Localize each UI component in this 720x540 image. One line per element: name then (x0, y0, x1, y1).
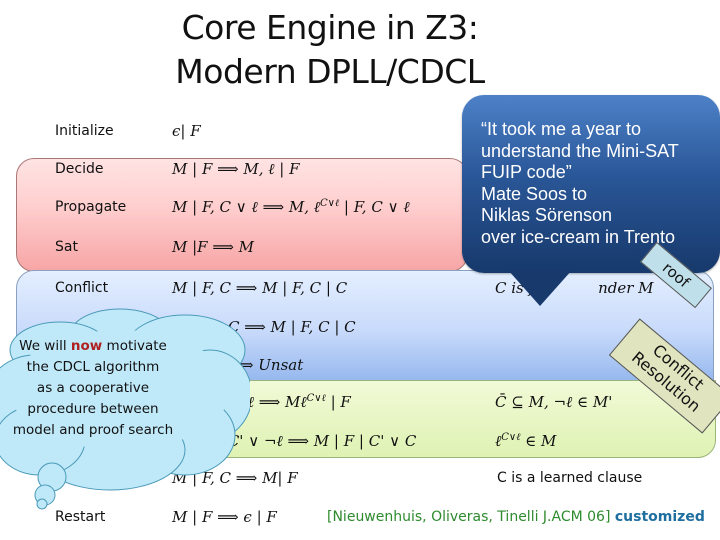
side-condition-resolve: ℓC∨ℓ ∈ M (495, 432, 556, 451)
rule-formula-decide: M | F ⟹ M, ℓ | F (172, 160, 300, 178)
quote-line: Mate Soos to (481, 183, 588, 204)
side-condition-backjump: C̄ ⊆ M, ¬ℓ ∈ M' (495, 393, 613, 411)
quote-callout-pointer (508, 270, 572, 306)
rule-name-propagate: Propagate (55, 199, 127, 215)
rule-name-decide: Decide (55, 161, 104, 177)
quote-line: “It took me a year to (481, 119, 642, 139)
cloud-line: We will now motivate (0, 336, 186, 357)
rule-name-initialize: Initialize (55, 123, 114, 139)
side-superscript: C∨ℓ (501, 432, 521, 443)
rule-formula-propagate: M | F, C ∨ ℓ ⟹ M, ℓC∨ℓ | F, C ∨ ℓ (172, 198, 410, 217)
cloud-text: We will now motivate the CDCL algorithm … (0, 336, 186, 441)
slide-title-line1: Core Engine in Z3: (181, 8, 479, 47)
side-text-end: nder M (598, 279, 654, 297)
rule-name-sat: Sat (55, 239, 78, 255)
slide-title-line2: Modern DPLL/CDCL (175, 52, 485, 91)
cloud-text-part: motivate (102, 338, 167, 354)
quote-text: “It took me a year to understand the Min… (481, 119, 716, 248)
cloud-text-part: We will (19, 338, 71, 354)
quote-line: understand the Mini-SAT (481, 140, 679, 161)
citation-source: [Nieuwenhuis, Oliveras, Tinelli J.ACM 06… (327, 509, 611, 525)
formula-tail: | F, C ∨ ℓ (339, 198, 410, 216)
formula-tail: | F (325, 393, 351, 411)
side-condition-forget: C is a learned clause (497, 470, 643, 486)
cloud-line: as a cooperative (36, 380, 150, 396)
quote-line: FUIP code” (481, 162, 572, 182)
rule-formula-initialize: ϵ| F (172, 122, 201, 140)
rule-formula-conflict: M | F, C ⟹ M | F, C | C (172, 279, 348, 297)
quote-line: over ice-cream in Trento (481, 226, 676, 247)
cloud-line: procedure between (27, 401, 159, 417)
cloud-line: the CDCL algorithm (26, 359, 160, 375)
formula-main: M | F, C ∨ ℓ ⟹ M, ℓ (172, 198, 320, 216)
rule-formula-sat: M |F ⟹ M (172, 238, 254, 256)
cloud-highlight: now (70, 338, 103, 354)
citation-note: customized (614, 509, 705, 525)
thought-bubble-small (36, 498, 48, 510)
rule-name-conflict: Conflict (55, 280, 109, 296)
formula-superscript: C∨ℓ (319, 198, 340, 209)
quote-line: Niklas Sörenson (481, 205, 613, 225)
side-tail: ∈ M (520, 432, 557, 450)
formula-superscript: C∨ℓ (306, 393, 326, 404)
citation: [Nieuwenhuis, Oliveras, Tinelli J.ACM 06… (327, 509, 705, 525)
cloud-line: model and proof search (12, 422, 174, 438)
